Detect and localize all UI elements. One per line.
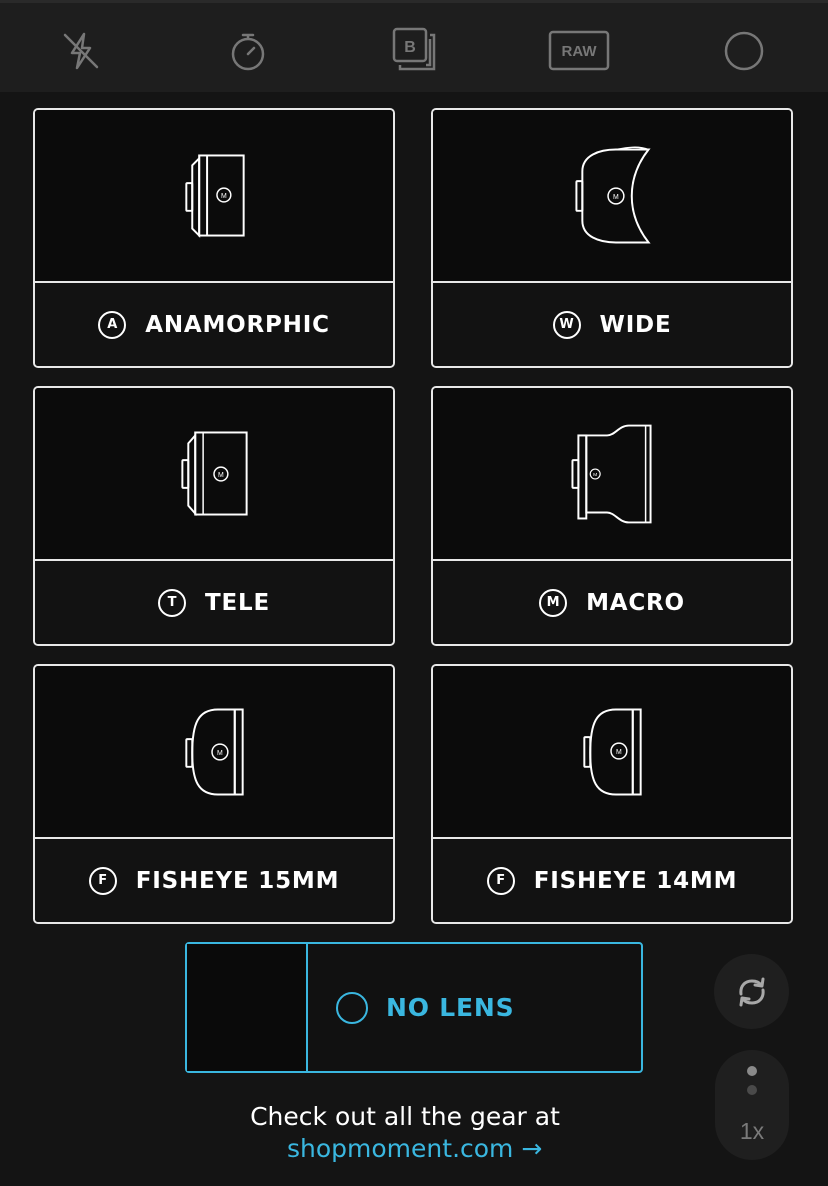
lens-mark: M xyxy=(218,472,224,479)
lens-card-tele[interactable]: M T TELE xyxy=(33,386,395,646)
lens-preview: M xyxy=(433,388,791,561)
lens-name: TELE xyxy=(205,589,270,616)
footer-text: Check out all the gear at xyxy=(250,1102,560,1131)
lens-preview: M xyxy=(35,110,393,283)
lens-name: WIDE xyxy=(599,311,672,338)
lens-label-row: T TELE xyxy=(35,561,393,644)
flash-off-icon[interactable] xyxy=(59,29,103,73)
lens-badge: F xyxy=(88,866,117,895)
lens-badge: W xyxy=(552,310,581,339)
rotate-camera-icon xyxy=(738,977,765,1006)
no-lens-label: NO LENS xyxy=(386,993,515,1022)
lens-label-row: F FISHEYE 14MM xyxy=(433,839,791,922)
lens-card-anamorphic[interactable]: M A ANAMORPHIC xyxy=(33,108,395,368)
fisheye-lens-icon: M xyxy=(185,708,244,796)
lens-name: MACRO xyxy=(586,589,685,616)
lens-label-row: F FISHEYE 15MM xyxy=(35,839,393,922)
lens-name: FISHEYE 14MM xyxy=(533,867,738,894)
camera-toolbar: B RAW xyxy=(0,0,828,92)
lens-mark: M xyxy=(613,194,619,201)
lens-preview: M xyxy=(35,666,393,839)
anamorphic-lens-icon: M xyxy=(185,154,245,238)
wide-lens-icon: M xyxy=(575,146,651,244)
lens-preview: M xyxy=(433,110,791,283)
burst-mode-icon[interactable]: B xyxy=(390,25,438,73)
shutter-circle-icon[interactable] xyxy=(722,29,766,73)
zoom-dot-active xyxy=(747,1066,757,1076)
no-lens-option[interactable]: NO LENS xyxy=(185,942,643,1073)
shop-link[interactable]: shopmoment.com → xyxy=(287,1134,542,1163)
lens-mark: M xyxy=(217,750,223,757)
lens-card-fisheye-15mm[interactable]: M F FISHEYE 15MM xyxy=(33,664,395,924)
fisheye-lens-icon: M xyxy=(583,708,642,796)
lens-label-row: M MACRO xyxy=(433,561,791,644)
raw-format-icon[interactable]: RAW xyxy=(548,30,610,72)
lens-name: FISHEYE 15MM xyxy=(135,867,340,894)
tele-lens-icon: M xyxy=(181,431,248,517)
lens-preview: M xyxy=(433,666,791,839)
lens-label-row: A ANAMORPHIC xyxy=(35,283,393,366)
radio-circle-icon xyxy=(336,991,368,1024)
lens-badge: M xyxy=(539,588,568,617)
timer-icon[interactable] xyxy=(226,29,270,73)
lens-card-fisheye-14mm[interactable]: M F FISHEYE 14MM xyxy=(431,664,793,924)
no-lens-preview xyxy=(187,944,308,1071)
lens-badge: F xyxy=(486,866,515,895)
macro-lens-icon: M xyxy=(571,424,652,524)
lens-preview: M xyxy=(35,388,393,561)
burst-mode-label: B xyxy=(404,39,416,56)
lens-mark: M xyxy=(616,749,622,756)
zoom-dot xyxy=(747,1085,757,1095)
lens-badge: A xyxy=(98,310,127,339)
lens-mark: M xyxy=(221,193,227,200)
lens-card-macro[interactable]: M M MACRO xyxy=(431,386,793,646)
lens-mark: M xyxy=(593,472,597,478)
lens-label-row: W WIDE xyxy=(433,283,791,366)
raw-format-label: RAW xyxy=(562,43,598,60)
no-lens-content: NO LENS xyxy=(308,944,641,1071)
lens-card-wide[interactable]: M W WIDE xyxy=(431,108,793,368)
flip-camera-button[interactable] xyxy=(714,954,789,1029)
lens-name: ANAMORPHIC xyxy=(145,311,330,338)
lens-badge: T xyxy=(158,588,187,617)
